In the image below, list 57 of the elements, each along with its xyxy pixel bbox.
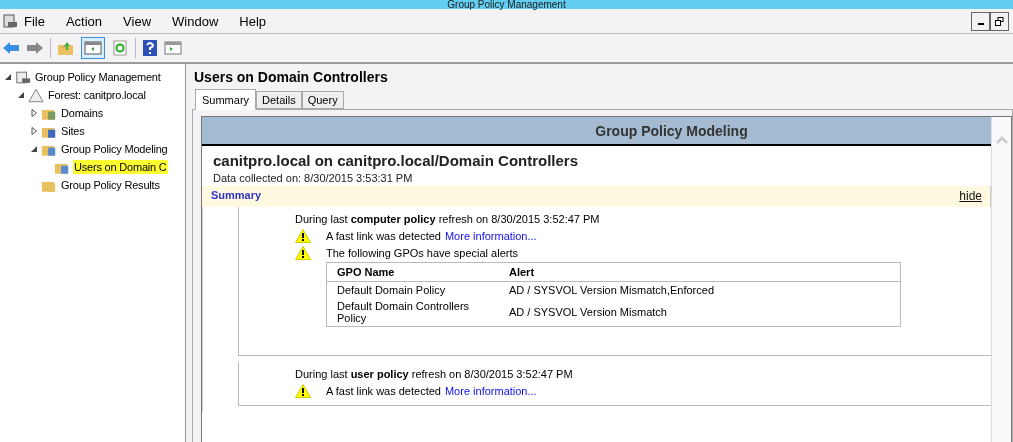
refresh-icon[interactable]	[111, 40, 129, 56]
section-title: Summary	[211, 189, 262, 203]
menu-item[interactable]: Help	[239, 13, 278, 29]
scroll-icon	[15, 69, 31, 85]
folder-up-icon[interactable]	[57, 40, 75, 56]
tree-item[interactable]: Group Policy Management	[34, 70, 162, 84]
window-title: Group Policy Management	[447, 0, 566, 9]
table-cell: Default Domain Controllers Policy	[326, 298, 499, 327]
restore-icon	[995, 16, 1004, 26]
warning-icon	[295, 383, 311, 398]
scrollbar[interactable]	[991, 117, 1011, 442]
tree-item[interactable]: Users on Domain C	[73, 160, 168, 174]
menu-item[interactable]: Window	[172, 13, 230, 29]
menu-item[interactable]: Action	[65, 13, 114, 29]
collected-date: Data collected on: 8/30/2015 3:53:31 PM	[212, 171, 414, 186]
warning-text: A fast link was detected	[326, 384, 441, 397]
report-banner: Group Policy Modeling	[202, 117, 991, 146]
menu-item[interactable]: View	[123, 13, 163, 29]
more-info-link[interactable]: More information...	[444, 384, 537, 397]
table-cell: AD / SYSVOL Version Mismatch	[499, 298, 901, 327]
expand-arrow-icon[interactable]	[29, 109, 38, 117]
tree-item[interactable]: Forest: canitpro.local	[47, 88, 147, 102]
report-heading: canitpro.local on canitpro.local/Domain Controllers	[212, 151, 580, 169]
show-tree-button[interactable]	[81, 37, 105, 59]
collapse-arrow-icon[interactable]	[16, 91, 25, 99]
refresh-text: During last computer policy refresh on 8/30/2015 3:52:47 PM	[295, 213, 601, 225]
tab[interactable]: Query	[301, 91, 344, 109]
help-icon[interactable]	[142, 39, 158, 57]
warning-text: A fast link was detected	[326, 229, 441, 242]
expand-arrow-icon[interactable]	[29, 127, 38, 135]
warning-icon	[295, 245, 311, 260]
collapse-arrow-icon[interactable]	[3, 73, 12, 81]
column-header: Alert	[499, 262, 901, 282]
menu-item[interactable]: File	[24, 13, 56, 29]
forward-arrow-icon[interactable]	[26, 40, 44, 56]
warning-icon	[295, 228, 311, 243]
tab[interactable]: Summary	[195, 89, 257, 110]
restore-button[interactable]	[990, 11, 1009, 31]
console-icon	[2, 13, 18, 29]
minimize-button[interactable]	[971, 11, 990, 31]
table-cell: AD / SYSVOL Version Mismatch,Enforced	[499, 281, 901, 298]
tab[interactable]: Details	[256, 91, 302, 109]
pane-title: Users on Domain Controllers	[193, 68, 389, 87]
more-info-link[interactable]: More information...	[444, 229, 537, 242]
column-header: GPO Name	[326, 262, 499, 282]
action-pane-icon[interactable]	[164, 40, 182, 56]
table-cell: Default Domain Policy	[326, 281, 499, 298]
back-arrow-icon[interactable]	[2, 40, 20, 56]
tree-item[interactable]: Group Policy Results	[60, 178, 161, 192]
tree-item[interactable]: Domains	[60, 106, 104, 120]
triangle-icon	[28, 87, 44, 103]
warning-text: The following GPOs have special alerts	[326, 246, 518, 259]
tree-item[interactable]: Group Policy Modeling	[60, 142, 169, 156]
tree-item[interactable]: Sites	[60, 124, 86, 138]
refresh-text: During last user policy refresh on 8/30/2015 3:52:47 PM	[295, 368, 574, 380]
collapse-arrow-icon[interactable]	[29, 145, 38, 153]
hide-link[interactable]: hide	[959, 189, 982, 203]
